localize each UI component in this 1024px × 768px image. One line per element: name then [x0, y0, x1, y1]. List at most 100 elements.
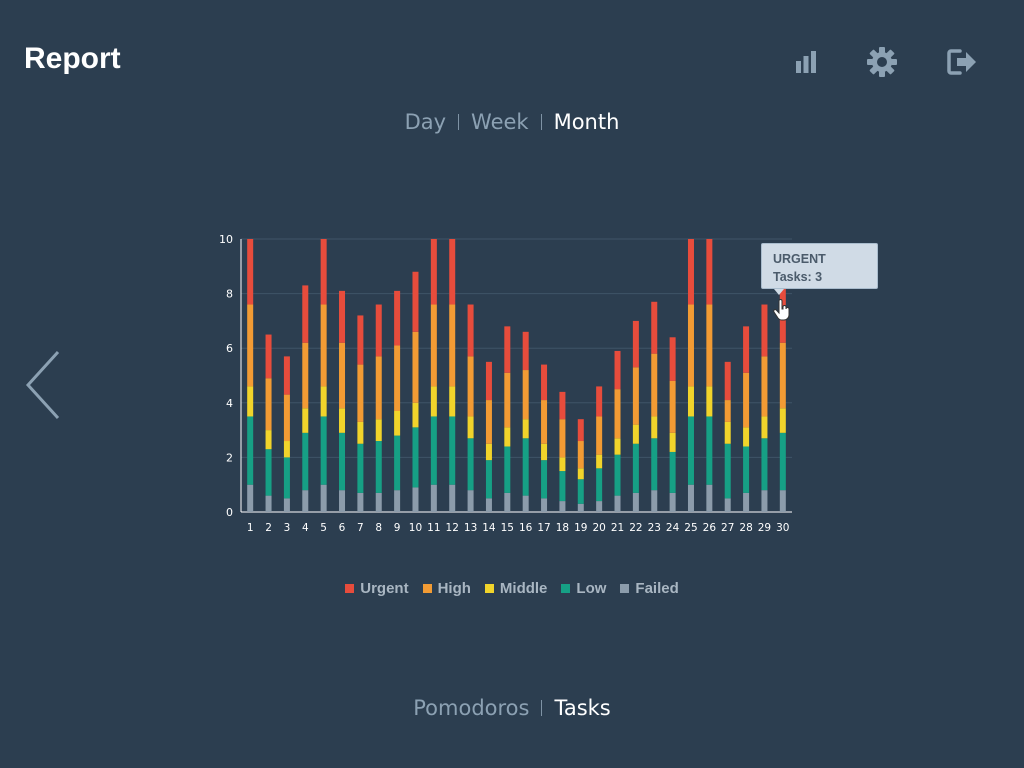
x-tick-label: 26	[703, 522, 717, 534]
view-tabs: Pomodoros Tasks	[0, 696, 1024, 720]
legend-item-urgent: Urgent	[345, 580, 409, 597]
bar-segment-middle	[706, 386, 713, 417]
x-tick-label: 9	[394, 522, 401, 534]
x-tick-label: 13	[464, 522, 477, 534]
bar-segment-middle	[541, 443, 548, 461]
bar-segment-low	[265, 449, 272, 496]
y-tick-label: 10	[219, 233, 233, 246]
bar-segment-middle	[614, 438, 621, 455]
x-tick-label: 6	[339, 522, 346, 534]
bar-segment-low	[724, 443, 731, 499]
bar-segment-urgent	[504, 326, 511, 373]
bar-segment-middle	[485, 443, 492, 461]
bar-segment-low	[559, 471, 566, 502]
bar-segment-urgent	[706, 239, 713, 305]
x-tick-label: 1	[247, 522, 254, 534]
bar-segment-high	[614, 389, 621, 439]
bar-segment-urgent	[283, 356, 290, 395]
bar-segment-low	[449, 416, 456, 485]
bar-segment-middle	[724, 421, 731, 444]
bar-segment-failed	[669, 492, 676, 512]
bar-segment-high	[449, 304, 456, 387]
bar-segment-failed	[577, 503, 584, 512]
legend-swatch	[561, 584, 571, 593]
bar-segment-middle	[504, 427, 511, 447]
bar-segment-urgent	[632, 320, 639, 368]
bar-segment-urgent	[247, 239, 254, 305]
x-tick-label: 2	[265, 522, 272, 534]
bar-segment-high	[320, 304, 327, 387]
x-tick-label: 22	[629, 522, 642, 534]
bar-segment-failed	[632, 492, 639, 512]
bar-segment-failed	[522, 495, 529, 512]
bar-segment-urgent	[651, 301, 658, 354]
bar-segment-failed	[394, 490, 401, 512]
bar-segment-high	[559, 419, 566, 458]
tab-tasks[interactable]: Tasks	[546, 696, 618, 720]
tab-pomodoros[interactable]: Pomodoros	[405, 696, 537, 720]
y-tick-label: 4	[226, 397, 233, 410]
x-tick-label: 24	[666, 522, 680, 534]
bar-segment-low	[247, 416, 254, 485]
legend-label: Failed	[635, 580, 679, 597]
bar-segment-low	[320, 416, 327, 485]
bar-segment-low	[412, 427, 419, 488]
bar-segment-low	[357, 443, 364, 493]
bar-segment-low	[577, 479, 584, 504]
bar-segment-failed	[412, 487, 419, 512]
bar-segment-failed	[651, 490, 658, 512]
hand-cursor-icon	[773, 299, 791, 321]
bar-segment-high	[357, 364, 364, 422]
bar-segment-urgent	[430, 239, 437, 305]
x-tick-label: 27	[721, 522, 734, 534]
bar-segment-failed	[541, 498, 548, 512]
bar-segment-failed	[357, 492, 364, 512]
bar-segment-failed	[779, 490, 786, 512]
bar-segment-low	[651, 438, 658, 491]
bar-segment-urgent	[320, 239, 327, 305]
bar-segment-low	[761, 438, 768, 491]
bar-segment-urgent	[394, 290, 401, 346]
bar-segment-failed	[320, 484, 327, 512]
bar-segment-high	[724, 400, 731, 422]
bar-segment-middle	[357, 421, 364, 444]
tab-separator	[541, 700, 543, 716]
chart-tooltip: URGENT Tasks: 3	[761, 243, 878, 289]
bar-segment-middle	[265, 430, 272, 450]
bar-segment-urgent	[302, 285, 309, 343]
bar-segment-high	[743, 372, 750, 428]
bar-segment-low	[302, 432, 309, 491]
bar-segment-low	[430, 416, 437, 485]
x-tick-label: 23	[648, 522, 661, 534]
bar-segment-middle	[412, 402, 419, 428]
y-tick-label: 0	[226, 506, 233, 519]
bar-segment-urgent	[522, 331, 529, 371]
bar-segment-middle	[651, 416, 658, 439]
bar-segment-high	[485, 400, 492, 444]
bar-segment-low	[485, 460, 492, 499]
bar-segment-failed	[265, 495, 272, 512]
bar-segment-middle	[577, 468, 584, 480]
bar-segment-urgent	[339, 290, 346, 343]
bar-segment-high	[761, 356, 768, 417]
x-tick-label: 29	[758, 522, 771, 534]
bar-segment-failed	[559, 501, 566, 512]
legend-label: Low	[576, 580, 607, 597]
bar-segment-middle	[779, 408, 786, 433]
bar-segment-low	[779, 432, 786, 491]
bar-segment-failed	[430, 484, 437, 512]
x-tick-label: 19	[574, 522, 587, 534]
bar-segment-middle	[394, 410, 401, 436]
bar-segment-high	[596, 416, 603, 455]
bar-segment-urgent	[761, 304, 768, 357]
bar-segment-urgent	[375, 304, 382, 357]
bar-segment-middle	[339, 408, 346, 433]
bar-segment-low	[743, 446, 750, 493]
bar-segment-urgent	[724, 361, 731, 401]
x-tick-label: 20	[592, 522, 605, 534]
bar-segment-middle	[375, 419, 382, 442]
bar-segment-high	[779, 342, 786, 409]
bar-segment-failed	[449, 484, 456, 512]
bar-segment-high	[265, 378, 272, 431]
y-tick-label: 8	[226, 288, 233, 301]
